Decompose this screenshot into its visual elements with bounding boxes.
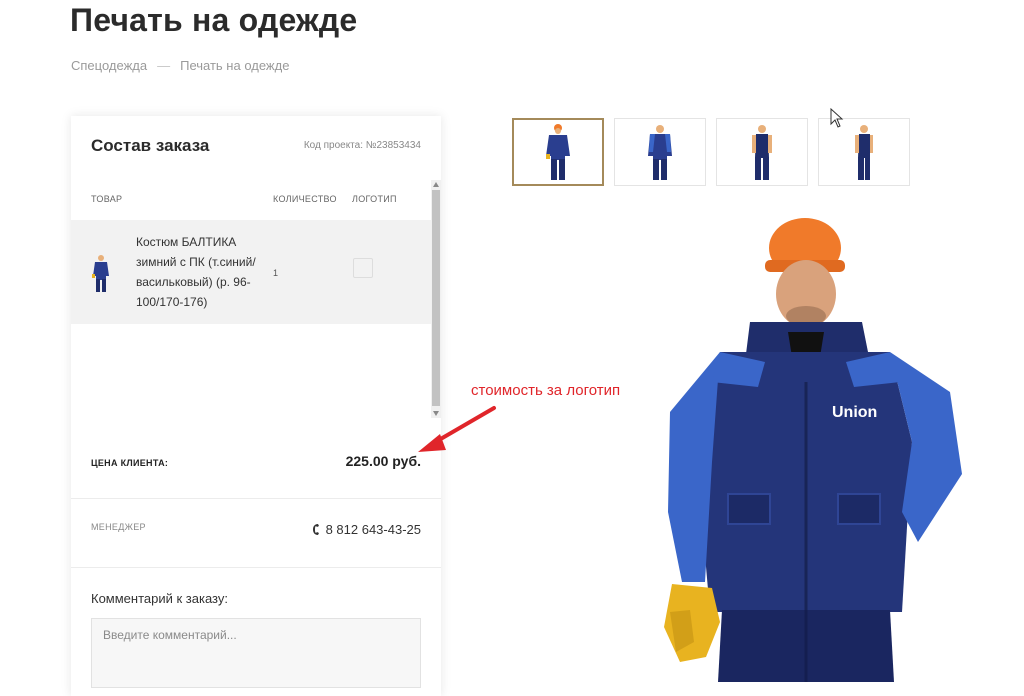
- product-quantity: 1: [273, 268, 279, 278]
- project-code: Код проекта: №23853434: [303, 140, 421, 151]
- order-card-header: Состав заказа Код проекта: №23853434: [91, 136, 421, 160]
- breadcrumb-item-workwear[interactable]: Спецодежда: [71, 58, 147, 73]
- phone-icon: [312, 524, 319, 535]
- product-main-image: [664, 218, 962, 682]
- order-title: Состав заказа: [91, 136, 210, 155]
- order-card: Состав заказа Код проекта: №23853434 ТОВ…: [71, 116, 441, 696]
- manager-row: МЕНЕДЖЕР 8 812 643-43-25: [91, 518, 421, 542]
- gallery-thumbnail-vest-side[interactable]: [818, 118, 910, 186]
- gallery-thumbnail-front[interactable]: [512, 118, 604, 186]
- breadcrumb: Спецодежда — Печать на одежде: [71, 58, 289, 73]
- annotation-text: стоимость за логотип: [471, 382, 621, 399]
- breadcrumb-separator: —: [157, 58, 171, 73]
- page-title: Печать на одежде: [70, 2, 358, 38]
- manager-label: МЕНЕДЖЕР: [91, 522, 146, 532]
- product-thumbnail: [92, 255, 109, 292]
- table-header: ТОВАР КОЛИЧЕСТВО ЛОГОТИП: [71, 194, 431, 212]
- table-scrollbar[interactable]: [431, 180, 441, 418]
- comment-input[interactable]: [91, 618, 421, 688]
- divider: [71, 567, 441, 568]
- column-header-quantity: КОЛИЧЕСТВО: [273, 194, 337, 204]
- client-price-label: ЦЕНА КЛИЕНТА:: [91, 458, 169, 468]
- worker-vest-front-image: [752, 125, 772, 180]
- comment-label: Комментарий к заказу:: [91, 591, 228, 606]
- annotation-arrow-icon: [418, 406, 496, 452]
- product-name[interactable]: Костюм БАЛТИКА зимний с ПК (т.синий/васи…: [136, 232, 266, 312]
- breadcrumb-item-current: Печать на одежде: [180, 58, 290, 73]
- divider: [71, 498, 441, 499]
- column-header-product: ТОВАР: [91, 194, 123, 204]
- manager-phone-number[interactable]: 8 812 643-43-25: [326, 522, 421, 537]
- worker-vest-side-image: [855, 125, 873, 180]
- manager-phone[interactable]: 8 812 643-43-25: [312, 522, 421, 537]
- logo-checkbox[interactable]: [353, 258, 373, 278]
- client-price-row: ЦЕНА КЛИЕНТА: 225.00 руб.: [91, 448, 421, 472]
- scroll-up-arrow-icon[interactable]: [433, 182, 439, 187]
- worker-back-image: [648, 125, 672, 180]
- table-row: Костюм БАЛТИКА зимний с ПК (т.синий/васи…: [71, 220, 431, 324]
- jacket-logo-text: Union: [832, 404, 878, 421]
- gallery-thumbnail-vest-front[interactable]: [716, 118, 808, 186]
- worker-front-image: [546, 124, 570, 180]
- gallery-thumbnail-back[interactable]: [614, 118, 706, 186]
- scrollbar-thumb[interactable]: [432, 190, 440, 406]
- mouse-cursor-icon: [830, 108, 844, 128]
- column-header-logo: ЛОГОТИП: [352, 194, 397, 204]
